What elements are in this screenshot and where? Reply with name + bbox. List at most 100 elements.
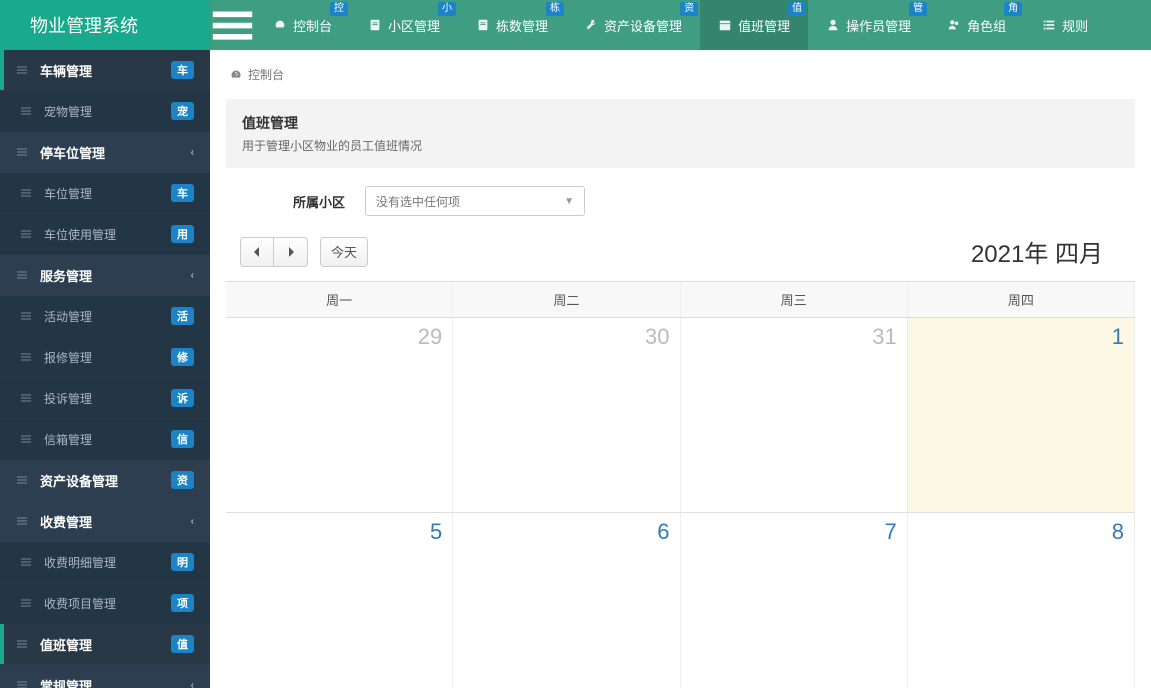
tab-label: 栋数管理 [496,16,548,35]
sidebar-badge: 诉 [171,389,194,407]
calendar-cell[interactable]: 30 [453,318,680,513]
community-label: 所属小区 [250,192,345,211]
sidebar-badge: 车 [171,184,194,202]
day-number: 6 [657,519,669,545]
sidebar-item-9[interactable]: 信箱管理信 [0,419,210,460]
sidebar-item-2[interactable]: 停车位管理‹ [0,132,210,173]
tab-label: 资产设备管理 [604,16,682,35]
sidebar-item-label: 值班管理 [40,635,171,654]
calendar-body: 29 30 31 1 5 67 8 [226,318,1135,688]
sidebar-item-4[interactable]: 车位使用管理用 [0,214,210,255]
sidebar-item-3[interactable]: 车位管理车 [0,173,210,214]
tab-7[interactable]: 规则 [1024,0,1106,50]
tab-1[interactable]: 小区管理小 [350,0,458,50]
weekday-header: 周二 [453,282,680,317]
tab-label: 小区管理 [388,16,440,35]
calendar-cell[interactable]: 7 [681,513,908,688]
sidebar-item-11[interactable]: 收费管理‹ [0,501,210,542]
menu-icon [16,269,32,281]
calendar-cell[interactable]: 6 [453,513,680,688]
sidebar-item-14[interactable]: 值班管理值 [0,624,210,665]
community-select[interactable]: 没有选中任何项 ▼ [365,186,585,216]
sidebar-item-6[interactable]: 活动管理活 [0,296,210,337]
menu-icon [16,474,32,486]
sidebar-badge: 宠 [171,102,194,120]
sidebar-item-13[interactable]: 收费项目管理项 [0,583,210,624]
content: 控制台 值班管理 用于管理小区物业的员工值班情况 所属小区 没有选中任何项 ▼ [210,50,1151,688]
calendar-icon [718,18,732,32]
chevron-left-icon: ‹ [191,270,194,281]
sidebar-item-label: 活动管理 [44,308,171,325]
doc-icon [476,18,490,32]
sidebar-badge: 修 [171,348,194,366]
weekday-header: 周四 [908,282,1135,317]
menu-icon [20,392,36,404]
sidebar-item-12[interactable]: 收费明细管理明 [0,542,210,583]
sidebar-item-label: 收费管理 [40,512,191,531]
menu-icon [16,679,32,688]
menu-icon [16,146,32,158]
tab-2[interactable]: 栋数管理栋 [458,0,566,50]
day-number: 30 [645,324,669,350]
chevron-left-icon: ‹ [191,680,194,688]
sidebar-item-label: 车位使用管理 [44,226,171,243]
sidebar-item-label: 车位管理 [44,185,171,202]
sidebar-item-8[interactable]: 投诉管理诉 [0,378,210,419]
sidebar-item-label: 收费明细管理 [44,554,171,571]
hamburger-icon [210,3,255,48]
menu-icon [20,105,36,117]
tab-badge: 控 [330,2,348,16]
tab-3[interactable]: 资产设备管理资 [566,0,700,50]
caret-down-icon: ▼ [564,196,574,207]
sidebar-item-0[interactable]: 车辆管理车 [0,50,210,91]
tab-0[interactable]: 控制台控 [255,0,350,50]
sidebar-badge: 明 [171,553,194,571]
sidebar-item-label: 常规管理 [40,676,191,688]
sidebar-badge: 值 [171,635,194,653]
top-nav: 控制台控小区管理小栋数管理栋资产设备管理资值班管理值操作员管理管角色组角规则 [210,0,1151,50]
prev-button[interactable] [240,237,274,267]
calendar-cell[interactable]: 29 [226,318,453,513]
tab-6[interactable]: 角色组角 [929,0,1024,50]
sidebar-item-15[interactable]: 常规管理‹ [0,665,210,688]
calendar-cell[interactable]: 31 [681,318,908,513]
sidebar-item-label: 停车位管理 [40,143,191,162]
tab-badge: 角 [1004,2,1022,16]
breadcrumb-text: 控制台 [248,66,284,83]
tab-5[interactable]: 操作员管理管 [808,0,929,50]
menu-icon [20,351,36,363]
calendar-cell[interactable]: 1 [908,318,1135,513]
panel-header: 值班管理 用于管理小区物业的员工值班情况 [226,99,1135,168]
menu-icon [20,597,36,609]
sidebar-item-10[interactable]: 资产设备管理资 [0,460,210,501]
wrench-icon [584,18,598,32]
day-number: 1 [1112,324,1124,350]
tab-4[interactable]: 值班管理值 [700,0,808,50]
list-icon [1042,18,1056,32]
tab-badge: 小 [438,2,456,16]
day-number: 8 [1112,519,1124,545]
next-button[interactable] [274,237,308,267]
sidebar-item-label: 服务管理 [40,266,191,285]
nav-button-group [240,237,308,267]
today-button[interactable]: 今天 [320,237,368,267]
menu-icon [20,228,36,240]
tab-badge: 值 [788,2,806,16]
tab-label: 控制台 [293,16,332,35]
doc-icon [368,18,382,32]
sidebar-item-label: 宠物管理 [44,103,171,120]
menu-icon [16,515,32,527]
weekday-header: 周三 [681,282,908,317]
sidebar-item-7[interactable]: 报修管理修 [0,337,210,378]
sidebar-item-label: 信箱管理 [44,431,171,448]
calendar-cell[interactable]: 8 [908,513,1135,688]
tab-label: 操作员管理 [846,16,911,35]
calendar-controls: 今天 2021年 四月 [210,234,1151,281]
menu-toggle-button[interactable] [210,0,255,50]
sidebar-item-5[interactable]: 服务管理‹ [0,255,210,296]
tab-label: 规则 [1062,16,1088,35]
sidebar-badge: 信 [171,430,194,448]
sidebar-badge: 用 [171,225,194,243]
calendar-cell[interactable]: 5 [226,513,453,688]
sidebar-item-1[interactable]: 宠物管理宠 [0,91,210,132]
